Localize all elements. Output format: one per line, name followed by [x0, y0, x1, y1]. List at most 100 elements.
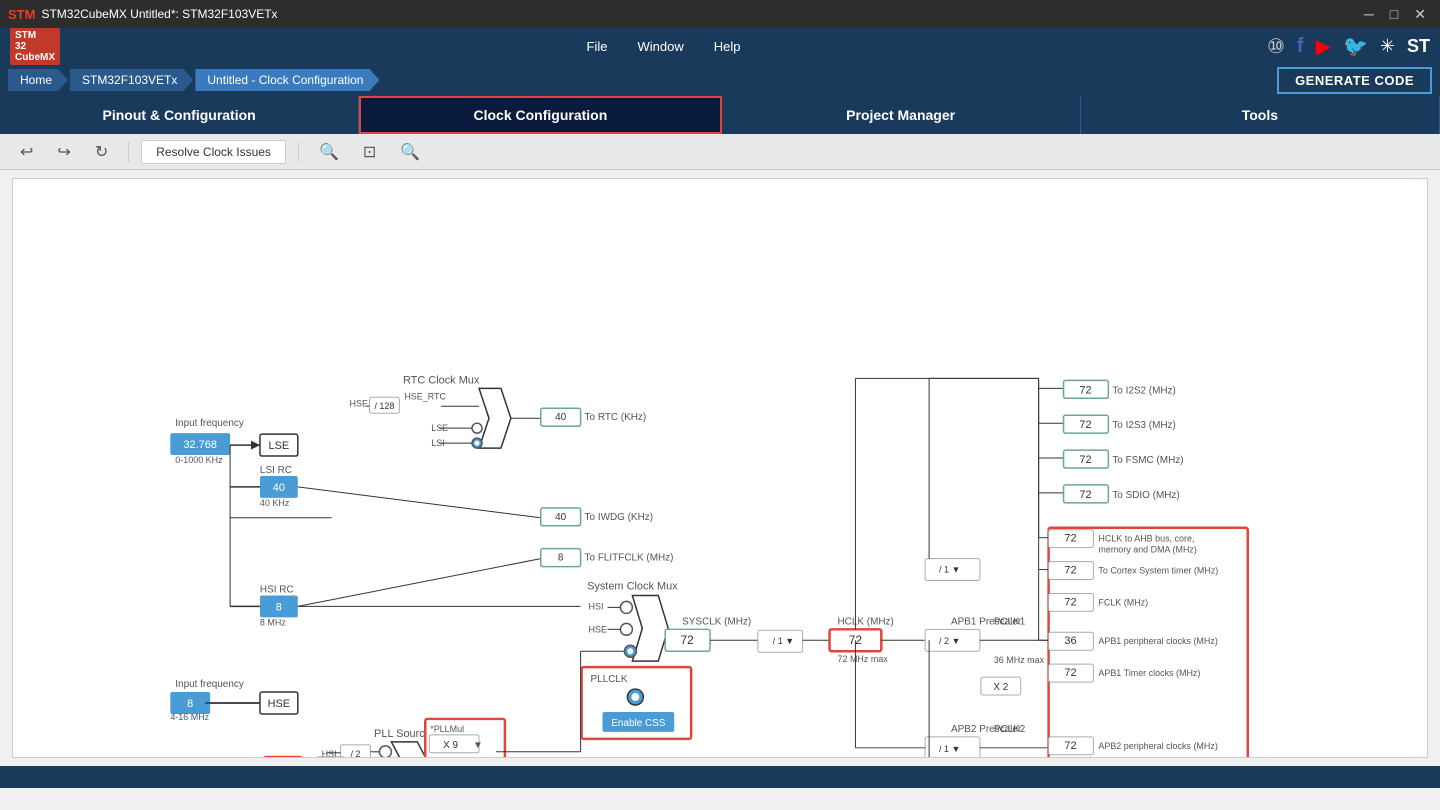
- sysclk-val: 72: [680, 633, 694, 647]
- hsi-rc-freq: 8 MHz: [260, 617, 286, 627]
- hsi-rc-val: 8: [276, 601, 282, 613]
- lsi-radio-inner: [475, 441, 480, 446]
- title-text: STM32CubeMX Untitled*: STM32F103VETx: [41, 7, 277, 21]
- apb1-periph-val: 36: [1064, 635, 1076, 647]
- sysclk-mux-label: System Clock Mux: [587, 580, 678, 592]
- hse-label: HSE: [268, 698, 291, 710]
- breadcrumb-config[interactable]: Untitled - Clock Configuration: [195, 69, 379, 91]
- pllclk-inner: [631, 693, 639, 701]
- pllclk-radio-inner: [627, 648, 633, 654]
- menu-window[interactable]: Window: [637, 39, 683, 54]
- lsi-rc-val: 40: [273, 482, 285, 494]
- resolve-clock-button[interactable]: Resolve Clock Issues: [141, 140, 286, 164]
- to-i2s2-val: 72: [1079, 384, 1091, 396]
- hclk-ahb-val: 72: [1064, 533, 1076, 545]
- fclk-val: 72: [1064, 596, 1076, 608]
- ahb-div-label: / 1 ▼: [773, 636, 794, 646]
- lse-radio-btn[interactable]: [472, 423, 482, 433]
- app-icon: STM: [8, 7, 35, 22]
- input-freq-2-label2: Input frequency: [175, 679, 244, 690]
- tab-tools[interactable]: Tools: [1081, 96, 1440, 134]
- menu-bar: STM32CubeMX File Window Help ⑩ f ▶ 🐦 ✳ S…: [0, 28, 1440, 64]
- pllmul-dropdown-arrow: ▼: [473, 740, 483, 751]
- youtube-icon[interactable]: ▶: [1316, 34, 1331, 59]
- apb2-div-label: / 1 ▼: [939, 744, 960, 754]
- menu-file[interactable]: File: [587, 39, 608, 54]
- breadcrumb-home[interactable]: Home: [8, 69, 68, 91]
- lse-label: LSE: [269, 440, 290, 452]
- tab-bar: Pinout & Configuration Clock Configurati…: [0, 96, 1440, 134]
- cortex-div-label: / 1 ▼: [939, 565, 960, 575]
- network-icon[interactable]: ✳: [1380, 36, 1395, 57]
- hsi-to-sysclk-label: HSI: [589, 601, 604, 611]
- undo-button[interactable]: ↩: [12, 138, 41, 166]
- toolbar-separator-1: [128, 142, 129, 162]
- to-iwdg-label: To IWDG (KHz): [585, 512, 653, 523]
- hclk-ahb-label2: memory and DMA (MHz): [1098, 545, 1197, 555]
- toolbar-separator-2: [298, 142, 299, 162]
- input-freq-1-range: 0-1000 KHz: [175, 455, 223, 465]
- logo: STM32CubeMX: [10, 28, 60, 65]
- hse-to-sysclk-label: HSE: [589, 624, 607, 634]
- hse-rtc-from-label: HSE: [350, 398, 368, 408]
- apb2-periph-val: 72: [1064, 740, 1076, 752]
- title-bar-left: STM STM32CubeMX Untitled*: STM32F103VETx: [8, 7, 278, 22]
- pclk1-max-label: 36 MHz max: [994, 655, 1045, 665]
- status-bar: [0, 766, 1440, 788]
- tab-project[interactable]: Project Manager: [722, 96, 1081, 134]
- cortex-val: 72: [1064, 565, 1076, 577]
- to-fsmc-label: To FSMC (MHz): [1112, 455, 1183, 466]
- breadcrumb-device[interactable]: STM32F103VETx: [70, 69, 193, 91]
- cortex-label: To Cortex System timer (MHz): [1098, 566, 1218, 576]
- input-freq-2-range: 4-16 MHz: [170, 712, 209, 722]
- to-rtc-val: 40: [555, 412, 567, 423]
- logo-box: STM32CubeMX: [10, 28, 60, 65]
- zoom-out-button[interactable]: 🔍: [392, 138, 428, 166]
- x2-apb1-label: X 2: [993, 682, 1008, 693]
- title-bar: STM STM32CubeMX Untitled*: STM32F103VETx…: [0, 0, 1440, 28]
- apb1-periph-label: APB1 peripheral clocks (MHz): [1098, 636, 1217, 646]
- hse-sysclk-radio[interactable]: [620, 623, 632, 635]
- sysclk-label: SYSCLK (MHz): [682, 616, 751, 627]
- clock-diagram: Input frequency 32.768 0-1000 KHz LSE LS…: [13, 179, 1427, 757]
- pllmul-val: X 9: [443, 740, 458, 751]
- input-freq-1-val: 32.768: [183, 439, 216, 451]
- enable-css-btn-text: Enable CSS: [611, 718, 666, 729]
- to-flit-val: 8: [558, 553, 564, 564]
- to-iwdg-val: 40: [555, 512, 567, 523]
- generate-code-button[interactable]: GENERATE CODE: [1277, 67, 1432, 94]
- fit-button[interactable]: ⊡: [355, 138, 384, 166]
- input-freq-1-label: Input frequency: [175, 418, 244, 429]
- redo-button[interactable]: ↪: [49, 138, 78, 166]
- hclk-max-label: 72 MHz max: [838, 654, 889, 664]
- to-rtc-label: To RTC (KHz): [585, 412, 647, 423]
- to-sdio-top-label: To SDIO (MHz): [1112, 490, 1179, 501]
- menu-help[interactable]: Help: [714, 39, 741, 54]
- twitter-icon[interactable]: 🐦: [1343, 34, 1368, 59]
- tab-clock[interactable]: Clock Configuration: [359, 96, 721, 134]
- minimize-icon[interactable]: ─: [1358, 6, 1380, 23]
- to-sdio-top-val: 72: [1079, 489, 1091, 501]
- pllmul-label: *PLLMul: [430, 724, 464, 734]
- apb1-timer-label: APB1 Timer clocks (MHz): [1098, 668, 1200, 678]
- refresh-button[interactable]: ↻: [87, 138, 116, 166]
- hsi-rc-label: HSI RC: [260, 584, 294, 595]
- maximize-icon[interactable]: □: [1384, 6, 1404, 23]
- close-icon[interactable]: ✕: [1408, 6, 1432, 23]
- clock-config-area: Input frequency 32.768 0-1000 KHz LSE LS…: [12, 178, 1428, 758]
- tab-pinout[interactable]: Pinout & Configuration: [0, 96, 359, 134]
- to-i2s3-label: To I2S3 (MHz): [1112, 420, 1176, 431]
- window-controls[interactable]: ─ □ ✕: [1358, 6, 1432, 23]
- facebook-icon[interactable]: f: [1297, 35, 1304, 58]
- pclk2-label: PCLK2: [994, 724, 1026, 735]
- badge-icon: ⑩: [1267, 34, 1285, 59]
- to-i2s2-label: To I2S2 (MHz): [1112, 385, 1176, 396]
- zoom-in-button[interactable]: 🔍: [311, 138, 347, 166]
- pllclk-label: PLLCLK: [591, 674, 628, 685]
- breadcrumb: Home STM32F103VETx Untitled - Clock Conf…: [0, 64, 1440, 96]
- to-flit-label: To FLITFCLK (MHz): [585, 553, 674, 564]
- hsi-sysclk-radio[interactable]: [620, 601, 632, 613]
- hse-rtc-label: HSE_RTC: [404, 391, 446, 401]
- apb1-div-label: / 2 ▼: [939, 636, 960, 646]
- pll-hsi-div2-radio[interactable]: [379, 746, 391, 757]
